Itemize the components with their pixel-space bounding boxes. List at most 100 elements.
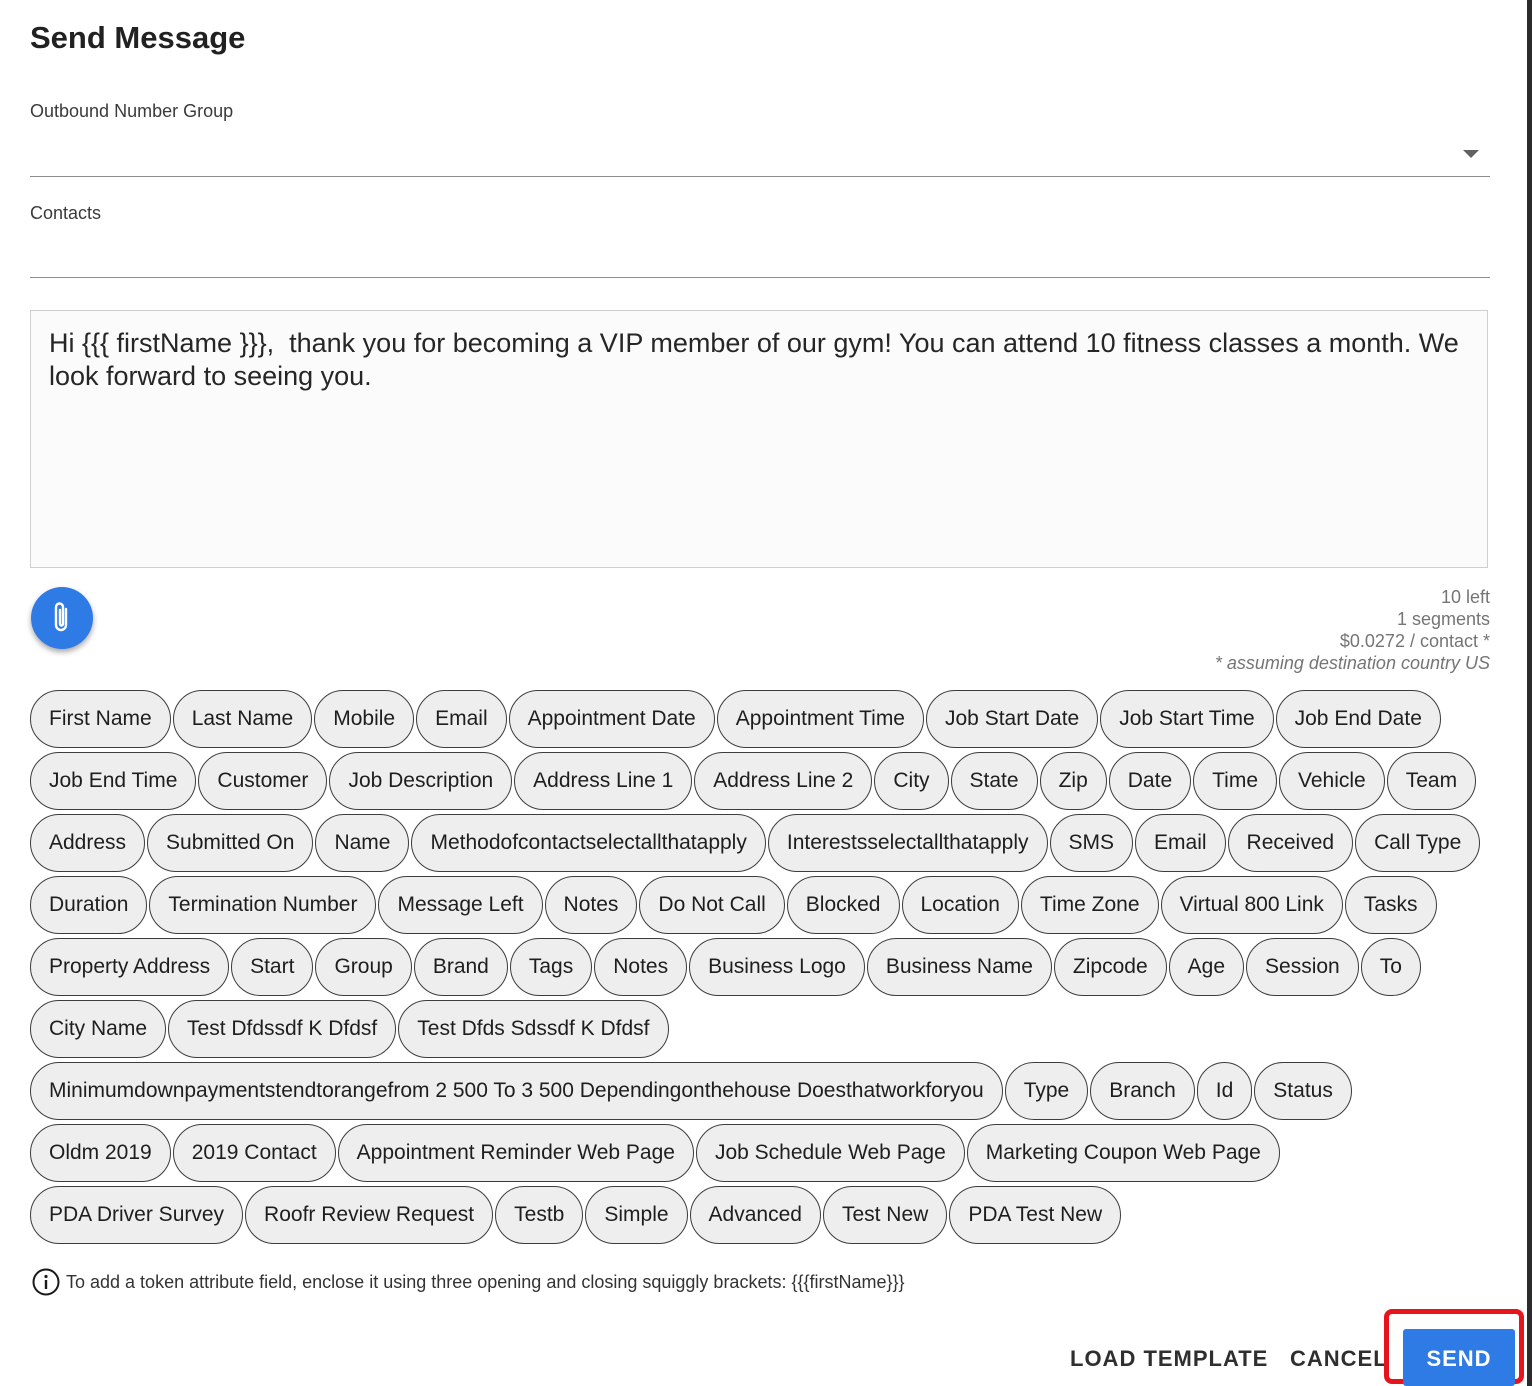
token-chip[interactable]: Testb <box>495 1186 584 1244</box>
token-chip[interactable]: Branch <box>1090 1062 1195 1120</box>
token-chip[interactable]: Test New <box>822 1186 948 1244</box>
paperclip-icon <box>54 602 68 632</box>
token-chip[interactable]: Oldm 2019 <box>30 1124 171 1182</box>
token-chip[interactable]: Team <box>1386 752 1477 810</box>
token-chip[interactable]: Zip <box>1039 752 1107 810</box>
token-chip[interactable]: Interestsselectallthatapply <box>767 814 1048 872</box>
token-chip[interactable]: Name <box>315 814 410 872</box>
send-button[interactable]: SEND <box>1403 1329 1515 1386</box>
token-chip[interactable]: Address Line 1 <box>514 752 693 810</box>
token-chip[interactable]: Id <box>1196 1062 1253 1120</box>
token-chip[interactable]: Type <box>1004 1062 1089 1120</box>
token-chip[interactable]: Job Start Date <box>926 690 1099 748</box>
token-chip[interactable]: Received <box>1227 814 1354 872</box>
token-row: Duration Termination Number Message Left No… <box>30 876 1500 936</box>
contacts-input[interactable] <box>30 232 1490 278</box>
token-chip[interactable]: Zipcode <box>1053 938 1167 996</box>
token-chip[interactable]: Business Name <box>866 938 1052 996</box>
token-chip[interactable]: Test Dfdssdf K Dfdsf <box>168 1000 397 1058</box>
token-chip[interactable]: Job Start Time <box>1100 690 1274 748</box>
token-chip[interactable]: Property Address <box>30 938 230 996</box>
token-chip[interactable]: Start <box>231 938 314 996</box>
token-chip[interactable]: Address Line 2 <box>694 752 873 810</box>
token-chip[interactable]: Appointment Time <box>716 690 924 748</box>
token-chip[interactable]: Minimumdownpaymentstendtorangefrom 2 500… <box>30 1062 1003 1120</box>
message-text: Hi {{{ firstName }}}, thank you for beco… <box>49 328 1467 391</box>
token-row: Oldm 2019 2019 Contact Appointment Reminde… <box>30 1124 1500 1184</box>
token-chip[interactable]: 2019 Contact <box>172 1124 336 1182</box>
token-chip[interactable]: Job End Date <box>1275 690 1441 748</box>
token-chip[interactable]: Termination Number <box>149 876 377 934</box>
token-chip[interactable]: Vehicle <box>1279 752 1385 810</box>
token-chip[interactable]: Appointment Reminder Web Page <box>337 1124 694 1182</box>
token-chip[interactable]: Location <box>901 876 1019 934</box>
dialog-title: Send Message <box>30 20 246 55</box>
token-chip[interactable]: Mobile <box>314 690 415 748</box>
token-chip[interactable]: Marketing Coupon Web Page <box>966 1124 1280 1182</box>
token-row: Property Address Start Group Brand Tags Notes… <box>30 938 1500 998</box>
token-chip[interactable]: Simple <box>585 1186 688 1244</box>
outbound-number-group-underline <box>30 176 1490 177</box>
token-chip[interactable]: City <box>874 752 949 810</box>
token-chip[interactable]: Customer <box>198 752 328 810</box>
token-chip[interactable]: Notes <box>594 938 688 996</box>
contacts-underline <box>30 277 1490 278</box>
characters-left: 10 left <box>1440 587 1490 607</box>
token-chip[interactable]: Duration <box>30 876 148 934</box>
info-icon <box>32 1268 60 1296</box>
token-chip[interactable]: Do Not Call <box>639 876 785 934</box>
token-chip[interactable]: Job End Time <box>30 752 197 810</box>
token-chip[interactable]: Email <box>1135 814 1226 872</box>
token-chip[interactable]: Virtual 800 Link <box>1160 876 1343 934</box>
cost-per-contact: $0.0272 / contact * <box>1339 631 1490 651</box>
token-chip[interactable]: Call Type <box>1355 814 1481 872</box>
token-chip[interactable]: First Name <box>30 690 171 748</box>
token-chip[interactable]: SMS <box>1049 814 1134 872</box>
token-chip[interactable]: Time Zone <box>1020 876 1159 934</box>
token-chip[interactable]: Appointment Date <box>508 690 715 748</box>
token-chip[interactable]: Submitted On <box>147 814 314 872</box>
token-chip[interactable]: Business Logo <box>689 938 865 996</box>
token-chip[interactable]: State <box>950 752 1038 810</box>
chevron-down-icon[interactable] <box>1463 150 1479 158</box>
token-chip[interactable]: Age <box>1168 938 1245 996</box>
token-chip[interactable]: Tasks <box>1344 876 1437 934</box>
message-textarea[interactable]: Hi {{{ firstName }}}, thank you for beco… <box>30 310 1488 568</box>
token-chip[interactable]: Last Name <box>172 690 313 748</box>
token-chip[interactable]: Advanced <box>689 1186 821 1244</box>
message-stats: 10 left 1 segments $0.0272 / contact * *… <box>1215 586 1490 674</box>
token-chip[interactable]: City Name <box>30 1000 167 1058</box>
token-chip[interactable]: Roofr Review Request <box>245 1186 494 1244</box>
token-row: Minimumdownpaymentstendtorangefrom 2 500… <box>30 1062 1500 1122</box>
token-row: First Name Last Name Mobile Email Appointmen… <box>30 690 1500 750</box>
destination-note: * assuming destination country US <box>1214 653 1490 673</box>
attach-file-button[interactable] <box>31 587 93 649</box>
cancel-button[interactable]: CANCEL <box>1290 1346 1388 1372</box>
token-chip[interactable]: Message Left <box>378 876 543 934</box>
token-row: Address Submitted On Name Methodofcontactse… <box>30 814 1500 874</box>
segment-count: 1 segments <box>1396 609 1490 629</box>
token-chip[interactable]: Tags <box>509 938 593 996</box>
token-row: PDA Driver Survey Roofr Review Request Tes… <box>30 1186 1500 1246</box>
token-chip[interactable]: PDA Test New <box>949 1186 1122 1244</box>
token-row: Job End Time Customer Job Description Addre… <box>30 752 1500 812</box>
load-template-button[interactable]: LOAD TEMPLATE <box>1070 1346 1268 1372</box>
token-chip[interactable]: Job Schedule Web Page <box>695 1124 965 1182</box>
token-chip[interactable]: Group <box>315 938 412 996</box>
token-row: City Name Test Dfdssdf K Dfdsf Test Dfds S… <box>30 1000 1500 1060</box>
token-chip[interactable]: PDA Driver Survey <box>30 1186 244 1244</box>
token-chip[interactable]: Test Dfds Sdssdf K Dfdsf <box>398 1000 669 1058</box>
token-chip[interactable]: Blocked <box>786 876 900 934</box>
token-chip[interactable]: Email <box>416 690 507 748</box>
token-chip[interactable]: Brand <box>413 938 508 996</box>
token-chip[interactable]: Date <box>1108 752 1192 810</box>
token-chip[interactable]: Methodofcontactselectallthatapply <box>411 814 766 872</box>
token-chip[interactable]: Time <box>1193 752 1278 810</box>
token-chip[interactable]: Job Description <box>329 752 513 810</box>
token-chip[interactable]: Address <box>30 814 146 872</box>
token-chip[interactable]: Status <box>1254 1062 1352 1120</box>
token-chip[interactable]: To <box>1360 938 1421 996</box>
token-chip[interactable]: Notes <box>544 876 638 934</box>
outbound-number-group-select[interactable] <box>30 130 1490 176</box>
token-chip[interactable]: Session <box>1246 938 1359 996</box>
